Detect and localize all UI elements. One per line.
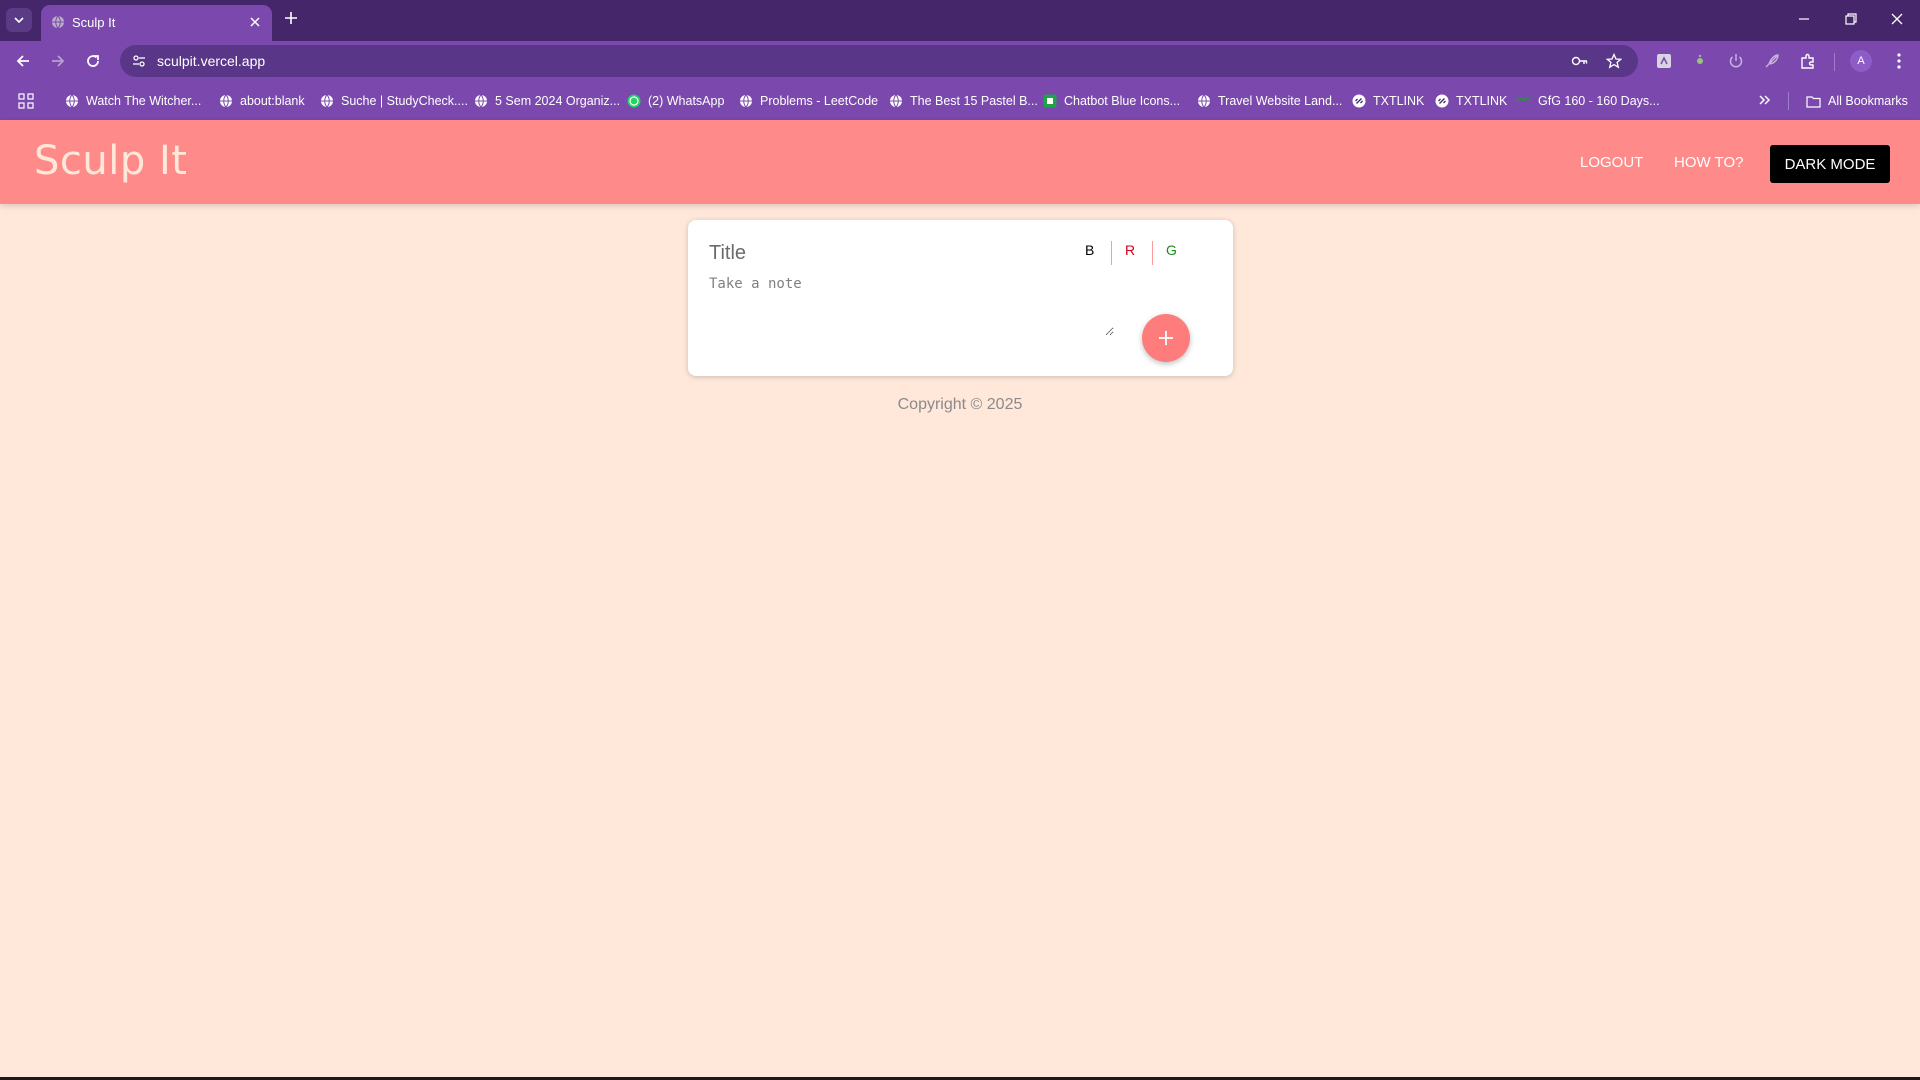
bookmark-label: 5 Sem 2024 Organiz... bbox=[495, 94, 621, 108]
restore-icon[interactable] bbox=[1843, 11, 1859, 27]
url-text: sculpit.vercel.app bbox=[157, 53, 266, 69]
apps-grid-icon[interactable] bbox=[18, 93, 34, 109]
toolbar-separator bbox=[1834, 53, 1835, 71]
bookmark-label: about:blank bbox=[240, 94, 305, 108]
bookmark-star-icon[interactable] bbox=[1606, 53, 1622, 69]
bookmark-item[interactable]: about:blank bbox=[218, 91, 305, 111]
bookmark-item[interactable]: Problems - LeetCode bbox=[738, 91, 878, 111]
close-tab-icon[interactable] bbox=[248, 15, 262, 29]
extension-app-icon[interactable] bbox=[1655, 52, 1673, 70]
all-bookmarks-button[interactable]: All Bookmarks bbox=[1806, 91, 1908, 111]
globe-icon bbox=[888, 94, 903, 109]
format-separator bbox=[1152, 241, 1153, 265]
bookmark-label: Suche | StudyCheck.... bbox=[341, 94, 468, 108]
new-tab-icon[interactable] bbox=[283, 10, 299, 26]
bookmark-label: Problems - LeetCode bbox=[760, 94, 879, 108]
app-brand: Sculp It bbox=[34, 138, 188, 184]
logout-link[interactable]: LOGOUT bbox=[1580, 154, 1643, 171]
reload-icon[interactable] bbox=[84, 52, 102, 70]
profile-avatar[interactable]: A bbox=[1850, 50, 1872, 72]
browser-toolbar: sculpit.vercel.app A bbox=[0, 41, 1920, 81]
browser-tab-bar: Sculp It bbox=[0, 0, 1920, 41]
bookmark-label: TXTLINK bbox=[1456, 94, 1508, 108]
browser-tab-active[interactable]: Sculp It bbox=[41, 5, 272, 41]
bold-format-button[interactable]: B bbox=[1085, 242, 1094, 258]
address-bar[interactable]: sculpit.vercel.app bbox=[120, 45, 1638, 77]
globe-icon bbox=[473, 94, 488, 109]
green-format-button[interactable]: G bbox=[1166, 242, 1177, 258]
bookmark-item[interactable]: (2) WhatsApp bbox=[626, 91, 724, 111]
bookmarks-bar: Watch The Witcher... about:blank Suche |… bbox=[0, 81, 1920, 120]
tab-search-button[interactable] bbox=[6, 8, 32, 32]
feather-icon[interactable] bbox=[1763, 52, 1781, 70]
more-menu-icon[interactable] bbox=[1891, 52, 1907, 70]
tab-title: Sculp It bbox=[72, 15, 116, 30]
bookmark-label: (2) WhatsApp bbox=[648, 94, 725, 108]
globe-icon bbox=[52, 15, 64, 29]
password-key-icon[interactable] bbox=[1571, 53, 1589, 69]
format-separator bbox=[1111, 241, 1112, 265]
link-icon bbox=[1434, 94, 1449, 109]
green-square-icon bbox=[1042, 94, 1057, 109]
folder-icon bbox=[1806, 94, 1821, 109]
bookmark-item[interactable]: Suche | StudyCheck.... bbox=[319, 91, 468, 111]
minimize-icon[interactable] bbox=[1796, 11, 1812, 27]
double-chevron-right-icon[interactable] bbox=[1758, 93, 1772, 107]
close-window-icon[interactable] bbox=[1889, 11, 1905, 27]
globe-icon bbox=[218, 94, 233, 109]
how-to-link[interactable]: HOW TO? bbox=[1674, 154, 1743, 171]
all-bookmarks-label: All Bookmarks bbox=[1828, 94, 1908, 108]
globe-icon bbox=[738, 94, 753, 109]
bookmark-item[interactable]: GfG 160 - 160 Days... bbox=[1516, 91, 1660, 111]
power-icon[interactable] bbox=[1727, 52, 1745, 70]
extensions-puzzle-icon[interactable] bbox=[1799, 52, 1817, 70]
gfg-icon bbox=[1516, 94, 1531, 109]
dark-mode-button[interactable]: DARK MODE bbox=[1770, 145, 1890, 183]
globe-icon bbox=[319, 94, 334, 109]
red-format-button[interactable]: R bbox=[1125, 242, 1135, 258]
create-note-card: B R G bbox=[688, 220, 1233, 376]
note-title-input[interactable] bbox=[709, 239, 1029, 267]
bookmark-item[interactable]: Chatbot Blue Icons... bbox=[1042, 91, 1180, 111]
globe-icon bbox=[64, 94, 79, 109]
back-arrow-icon[interactable] bbox=[14, 52, 32, 70]
bookmark-label: GfG 160 - 160 Days... bbox=[1538, 94, 1660, 108]
app-header: Sculp It LOGOUT HOW TO? DARK MODE bbox=[0, 120, 1920, 204]
bookmark-label: Travel Website Land... bbox=[1218, 94, 1343, 108]
bookmark-label: Watch The Witcher... bbox=[86, 94, 202, 108]
chevron-down-icon bbox=[14, 17, 24, 24]
site-settings-icon[interactable] bbox=[131, 53, 147, 69]
bookmark-item[interactable]: Travel Website Land... bbox=[1196, 91, 1342, 111]
bookmark-item[interactable]: The Best 15 Pastel B... bbox=[888, 91, 1038, 111]
bookmark-label: TXTLINK bbox=[1373, 94, 1425, 108]
copyright-footer: Copyright © 2025 bbox=[897, 396, 1023, 413]
bookmark-item[interactable]: 5 Sem 2024 Organiz... bbox=[473, 91, 620, 111]
globe-icon bbox=[1196, 94, 1211, 109]
bookmark-item[interactable]: TXTLINK bbox=[1351, 91, 1424, 111]
extension-dot-icon[interactable] bbox=[1691, 52, 1709, 70]
link-icon bbox=[1351, 94, 1366, 109]
bookmark-item[interactable]: Watch The Witcher... bbox=[64, 91, 201, 111]
add-note-button[interactable] bbox=[1142, 314, 1190, 362]
plus-icon bbox=[1159, 331, 1173, 345]
bookmark-label: Chatbot Blue Icons... bbox=[1064, 94, 1181, 108]
forward-arrow-icon[interactable] bbox=[49, 52, 67, 70]
note-content-textarea[interactable] bbox=[709, 276, 1114, 336]
bookmark-label: The Best 15 Pastel B... bbox=[910, 94, 1038, 108]
whatsapp-icon bbox=[626, 94, 641, 109]
bookmarks-separator bbox=[1788, 92, 1789, 110]
bookmark-item[interactable]: TXTLINK bbox=[1434, 91, 1507, 111]
